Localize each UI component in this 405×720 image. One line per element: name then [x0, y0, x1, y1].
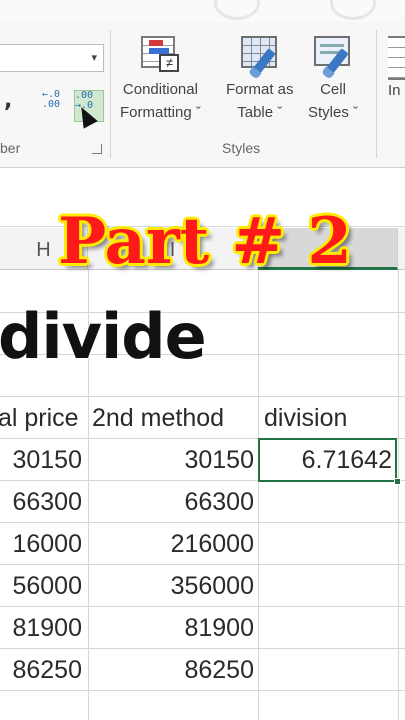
active-cell-border	[258, 438, 397, 482]
table-cell[interactable]: 81900	[0, 614, 82, 643]
header-cell-division[interactable]: division	[264, 404, 347, 433]
conditional-formatting-line2: Formatting ˇ	[120, 104, 201, 121]
fill-handle[interactable]	[394, 478, 401, 485]
redo-icon[interactable]	[330, 0, 376, 20]
number-format-dropdown[interactable]: ▾	[0, 44, 104, 72]
cell-styles-button[interactable]: Cell Styles ˇ	[308, 32, 358, 124]
format-as-table-line2: Table ˇ	[237, 104, 283, 121]
dialog-launcher-icon[interactable]	[92, 144, 102, 154]
insert-label: In	[388, 82, 401, 99]
format-as-table-button[interactable]: Format as Table ˇ	[226, 32, 294, 124]
table-cell[interactable]: 356000	[88, 572, 254, 601]
insert-button[interactable]: In	[388, 36, 405, 99]
cell-styles-icon	[310, 32, 356, 76]
column-header-k[interactable]	[398, 228, 405, 270]
styles-group-label: Styles	[222, 140, 261, 156]
insert-cells-icon	[388, 36, 405, 80]
comma-style-button[interactable]: ,	[4, 88, 12, 113]
conditional-formatting-line1: Conditional	[122, 81, 198, 98]
table-cell[interactable]: 66300	[88, 488, 254, 517]
table-cell[interactable]: 66300	[0, 488, 82, 517]
ribbon-separator	[376, 30, 377, 158]
sheet-title-cell[interactable]: divide	[0, 300, 207, 373]
part-2-overlay-banner: Part # 2	[58, 204, 352, 279]
format-as-table-line1: Format as	[226, 81, 294, 98]
spreadsheet-grid: divide al price 2nd method division 3015…	[0, 270, 405, 720]
header-cell-price[interactable]: al price	[0, 404, 79, 433]
ribbon: ▾ , ←.0 .00 .00 →.0 ber ≠ Conditional Fo…	[0, 0, 405, 168]
table-cell[interactable]: 30150	[88, 446, 254, 475]
table-cell[interactable]: 56000	[0, 572, 82, 601]
table-cell[interactable]: 86250	[88, 656, 254, 685]
table-cell[interactable]: 86250	[0, 656, 82, 685]
undo-icon[interactable]	[214, 0, 260, 20]
ribbon-separator	[110, 30, 111, 158]
conditional-formatting-button[interactable]: ≠ Conditional Formatting ˇ	[120, 32, 201, 124]
header-cell-2nd-method[interactable]: 2nd method	[92, 404, 224, 433]
table-cell[interactable]: 216000	[88, 530, 254, 559]
conditional-formatting-icon: ≠	[137, 32, 183, 76]
cell-styles-line2: Styles ˇ	[308, 104, 359, 121]
decrease-decimal-button[interactable]: ←.0 .00	[42, 90, 72, 122]
table-cell[interactable]: 30150	[0, 446, 82, 475]
table-cell[interactable]: 81900	[88, 614, 254, 643]
number-group-label: ber	[0, 140, 21, 156]
table-cell[interactable]: 16000	[0, 530, 82, 559]
ribbon-top-strip	[0, 0, 405, 22]
cell-styles-line1: Cell	[320, 81, 346, 98]
chevron-down-icon: ▾	[91, 51, 97, 64]
format-as-table-icon	[237, 32, 283, 76]
